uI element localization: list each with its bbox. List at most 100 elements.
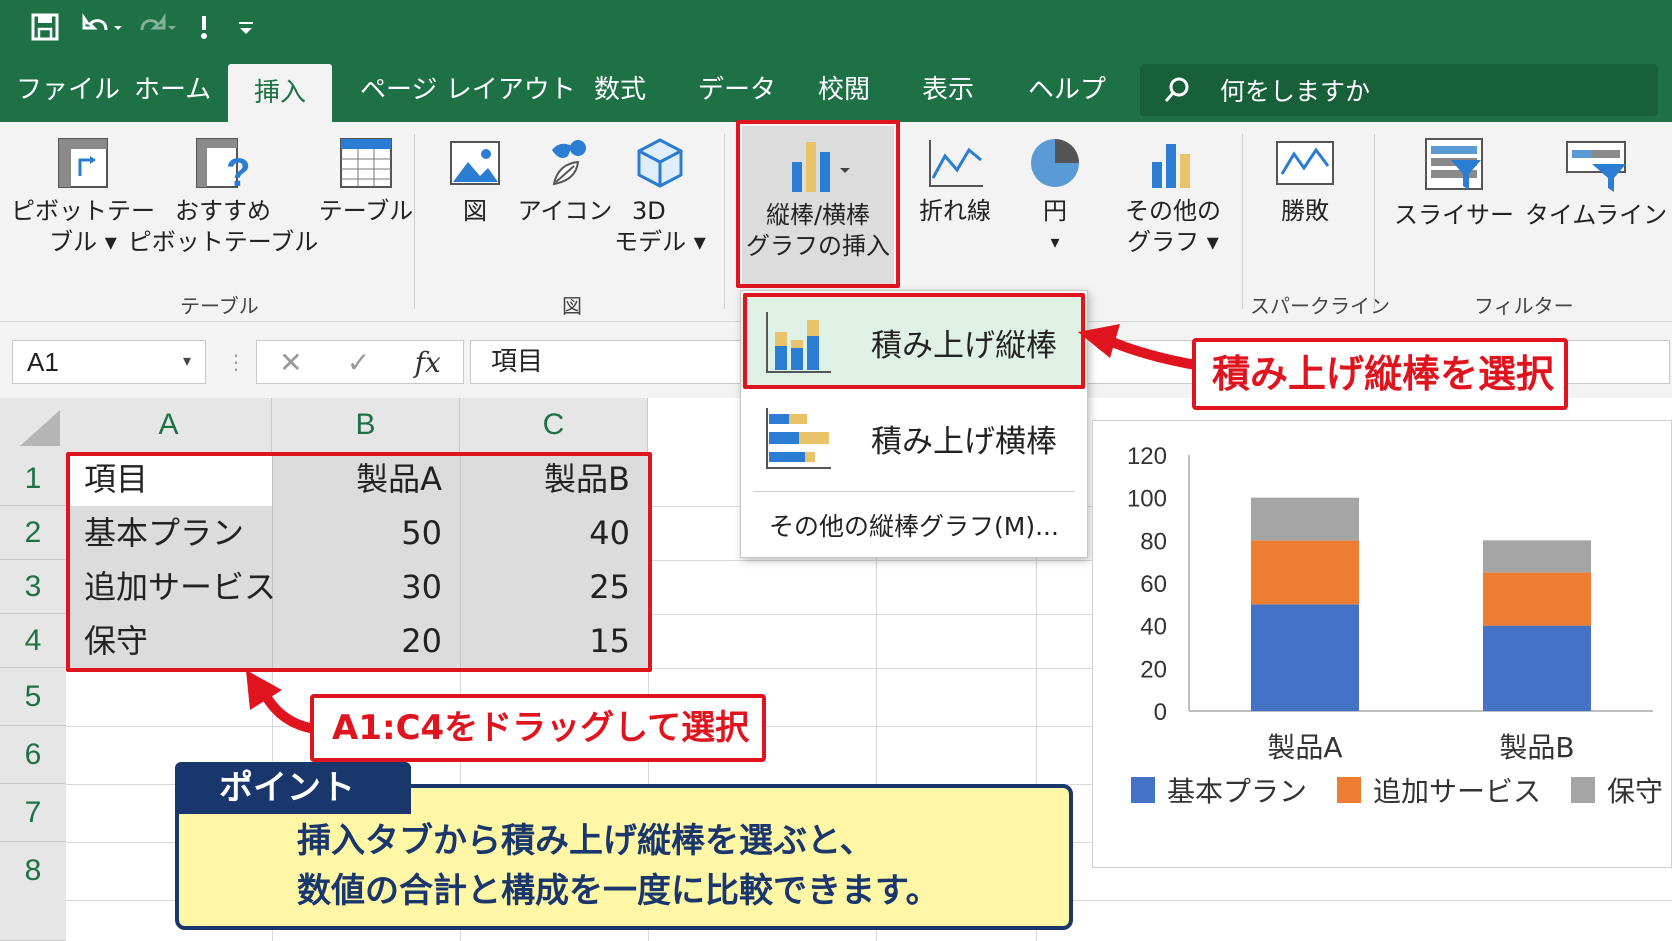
pivot-table-label-2: ブル ▾ (49, 228, 117, 256)
title-bar (0, 0, 1672, 58)
legend-label: 追加サービス (1373, 775, 1541, 808)
row-header-8[interactable]: 8 (0, 842, 66, 941)
tab-review[interactable]: 校閲 (818, 70, 870, 110)
bar-segment (1251, 540, 1359, 605)
legend-label: 基本プラン (1167, 775, 1307, 808)
y-tick-label: 40 (1140, 614, 1167, 641)
group-label-figure: 図 (562, 294, 582, 318)
row-header-3[interactable]: 3 (0, 560, 66, 614)
pie-chart-icon (1031, 139, 1079, 187)
point-line-2: 数値の合計と構成を一度に比較できます。 (297, 871, 940, 911)
column-header-b[interactable]: B (272, 398, 460, 452)
menu-item-stacked-bar[interactable]: 積み上げ横棒 (741, 393, 1087, 483)
stacked-column-chart[interactable]: 0 20 40 60 80 100 120 製品A 製品B 基本プラン 追加サービス 保守 (1092, 420, 1672, 868)
y-tick-label: 60 (1140, 571, 1167, 598)
icons-button[interactable]: アイコン (517, 136, 613, 227)
tab-insert[interactable]: 挿入 (228, 64, 333, 122)
row-header-7[interactable]: 7 (0, 784, 66, 842)
callout-select-stacked: 積み上げ縦棒を選択 (1192, 338, 1568, 410)
row-header-2[interactable]: 2 (0, 506, 66, 560)
other-charts-button[interactable]: その他の グラフ ▾ (1118, 136, 1228, 258)
tab-view[interactable]: 表示 (922, 70, 974, 110)
win-loss-label: 勝敗 (1281, 197, 1329, 225)
highlight-stacked-column (743, 293, 1085, 389)
row-header-6[interactable]: 6 (0, 726, 66, 784)
y-tick-label: 20 (1140, 656, 1167, 683)
tab-data[interactable]: データ (698, 70, 776, 110)
redo-icon[interactable] (134, 12, 178, 42)
tell-me-search[interactable]: 何をしますか (1140, 64, 1658, 116)
more-column-charts-label: その他の縦棒グラフ(M)... (769, 512, 1059, 541)
y-tick-label: 0 (1154, 699, 1167, 726)
win-loss-button[interactable]: 勝敗 (1260, 136, 1350, 227)
column-header-c[interactable]: C (460, 398, 648, 452)
y-tick-label: 120 (1127, 443, 1167, 470)
name-box[interactable]: A1 ▾ (12, 340, 206, 384)
timeline-button[interactable]: タイムライン (1524, 136, 1668, 231)
ribbon-separator (1242, 134, 1243, 309)
formula-bar-grip[interactable]: ⋮ (226, 350, 246, 374)
search-icon (1164, 77, 1189, 102)
icons-icon (552, 140, 586, 186)
line-chart-button[interactable]: 折れ線 (910, 136, 1000, 227)
svg-text:?: ? (226, 151, 250, 190)
pie-chart-dropdown: ▾ (1050, 232, 1060, 253)
tab-page-layout[interactable]: ページ レイアウト (360, 70, 576, 110)
save-icon[interactable] (30, 12, 60, 42)
row-header-5[interactable]: 5 (0, 668, 66, 726)
enter-icon[interactable]: ✓ (347, 346, 370, 379)
y-tick-label: 100 (1127, 486, 1167, 513)
timeline-icon (1566, 141, 1626, 192)
ribbon-separator (414, 134, 415, 309)
menu-item-more-column-charts[interactable]: その他の縦棒グラフ(M)... (741, 497, 1087, 553)
icons-label: アイコン (517, 197, 613, 225)
callout-drag-select: A1:C4をドラッグして選択 (310, 694, 766, 762)
slicer-label: スライサー (1394, 201, 1514, 229)
menu-divider (753, 491, 1075, 492)
row-header-4[interactable]: 4 (0, 614, 66, 668)
recommended-pivot-button[interactable]: ? おすすめ ピボットテーブル (128, 136, 318, 258)
x-tick-label: 製品B (1499, 731, 1574, 764)
slicer-button[interactable]: スライサー (1394, 136, 1514, 231)
recommended-pivot-icon: ? (196, 138, 250, 190)
other-charts-icon (1152, 144, 1190, 188)
tab-help[interactable]: ヘルプ (1028, 70, 1106, 110)
tab-home[interactable]: ホーム (134, 70, 211, 110)
cube-icon (637, 138, 683, 188)
ribbon-separator (1374, 134, 1375, 309)
select-all-corner[interactable] (0, 398, 66, 452)
y-tick-label: 80 (1140, 528, 1167, 555)
sparkline-icon (1276, 141, 1334, 185)
recommended-pivot-label-2: ピボットテーブル (127, 228, 319, 256)
point-line-1: 挿入タブから積み上げ縦棒を選ぶと、 (297, 821, 874, 861)
undo-icon[interactable] (80, 12, 124, 42)
3d-models-button[interactable]: 3D モデル ▾ (614, 136, 706, 258)
tab-file[interactable]: ファイル (16, 70, 120, 110)
chevron-down-icon[interactable]: ▾ (183, 341, 191, 383)
table-button[interactable]: テーブル (306, 136, 426, 227)
legend-swatch (1571, 777, 1595, 803)
touch-mode-icon[interactable] (192, 12, 216, 42)
function-icon[interactable]: fx (415, 346, 441, 379)
column-header-a[interactable]: A (66, 398, 272, 452)
picture-button[interactable]: 図 (440, 136, 510, 227)
picture-label: 図 (463, 197, 487, 225)
legend-label: 保守 (1607, 775, 1663, 808)
legend-swatch (1337, 777, 1361, 803)
cancel-icon[interactable]: ✕ (279, 346, 302, 379)
pivot-table-label-1: ピボットテー (11, 197, 155, 225)
point-label: ポイント (175, 762, 411, 814)
bar-segment (1251, 604, 1359, 711)
arrow-to-stacked-column (1078, 324, 1207, 371)
stacked-bar-label: 積み上げ横棒 (871, 423, 1057, 460)
customize-qat-icon[interactable] (236, 12, 256, 42)
other-charts-label-2: グラフ ▾ (1127, 228, 1219, 256)
x-tick-label: 製品A (1267, 731, 1342, 764)
3d-models-label-2: モデル ▾ (614, 228, 706, 256)
tab-formulas[interactable]: 数式 (594, 70, 646, 110)
table-icon (340, 138, 392, 188)
timeline-label: タイムライン (1524, 201, 1668, 229)
pie-chart-button[interactable]: 円 ▾ (1020, 136, 1090, 258)
row-header-1[interactable]: 1 (0, 452, 66, 506)
pie-chart-label: 円 (1043, 197, 1067, 225)
